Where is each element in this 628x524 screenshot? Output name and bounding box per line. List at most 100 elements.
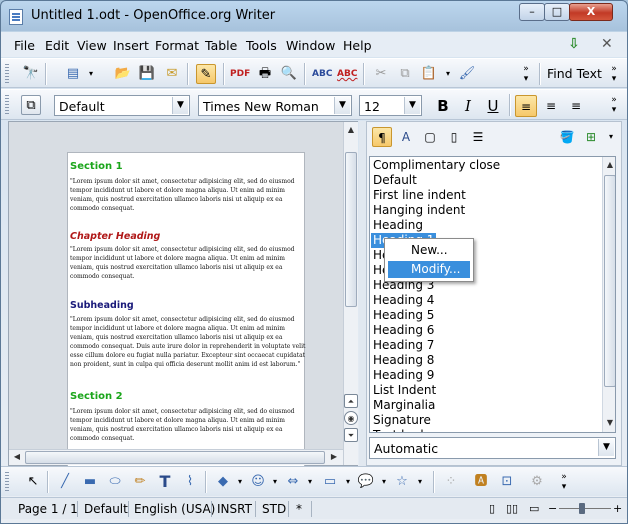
- paragraph-style-select[interactable]: Default ▼: [54, 95, 190, 116]
- panel-splitter[interactable]: [359, 121, 366, 466]
- save-icon[interactable]: 💾: [137, 64, 157, 84]
- callouts-icon[interactable]: 💬: [356, 472, 376, 492]
- email-icon[interactable]: ✉: [162, 64, 182, 84]
- insert-frame-icon[interactable]: ⊡: [497, 472, 517, 492]
- align-right-icon[interactable]: ≡: [565, 95, 587, 117]
- dropdown-arrow-icon[interactable]: ▾: [300, 472, 320, 492]
- style-list-item[interactable]: Heading 5: [373, 308, 434, 323]
- style-list-scrollbar[interactable]: ▲ ▼: [602, 157, 615, 432]
- style-list-item[interactable]: Default: [373, 173, 417, 188]
- dropdown-arrow-icon[interactable]: ▾: [410, 472, 430, 492]
- freeform-tool-icon[interactable]: ✏: [130, 472, 150, 492]
- style-list-item[interactable]: Signature: [373, 413, 431, 428]
- drawing-toolbar-overflow-icon[interactable]: » ▾: [554, 472, 574, 492]
- frame-styles-icon[interactable]: ▢: [420, 127, 440, 147]
- zoom-in-icon[interactable]: +: [613, 502, 622, 515]
- document-horizontal-scrollbar[interactable]: ◀ ▶: [9, 449, 343, 465]
- style-list-item[interactable]: Text body: [373, 428, 431, 432]
- open-folder-icon[interactable]: 📂: [113, 64, 133, 84]
- document-vertical-scrollbar[interactable]: ▲ ⏶ ◉ ⏷: [343, 122, 358, 465]
- menu-help[interactable]: Help: [343, 38, 372, 53]
- list-styles-icon[interactable]: ☰: [468, 127, 488, 147]
- toolbar-grip[interactable]: [5, 64, 9, 84]
- export-pdf-icon[interactable]: PDF: [230, 64, 250, 84]
- autospellcheck-icon[interactable]: ABC: [337, 64, 357, 84]
- scroll-down-icon[interactable]: ▼: [603, 416, 615, 430]
- style-filter-select[interactable]: Automatic ▼: [369, 437, 616, 459]
- zoom-slider-handle[interactable]: [579, 503, 585, 514]
- context-menu-modify[interactable]: Modify...: [388, 261, 470, 278]
- scroll-up-icon[interactable]: ▲: [344, 123, 358, 137]
- chevron-down-icon[interactable]: ▼: [598, 439, 614, 456]
- menu-file[interactable]: File: [14, 38, 35, 53]
- zoom-slider[interactable]: [559, 508, 611, 509]
- menu-format[interactable]: Format: [155, 38, 199, 53]
- flowchart-icon[interactable]: ▭: [320, 472, 340, 492]
- new-style-from-selection-icon[interactable]: ⊞: [581, 127, 601, 147]
- style-list-item[interactable]: Heading 6: [373, 323, 434, 338]
- chevron-down-icon[interactable]: ▼: [334, 97, 350, 114]
- font-size-select[interactable]: 12 ▼: [359, 95, 422, 116]
- menu-view[interactable]: View: [77, 38, 107, 53]
- new-dropdown-arrow-icon[interactable]: ▾: [81, 64, 101, 84]
- zoom-out-icon[interactable]: −: [548, 502, 557, 515]
- spellcheck-icon[interactable]: ABC: [312, 64, 332, 84]
- cut-icon[interactable]: ✂: [371, 64, 391, 84]
- styles-and-formatting-icon[interactable]: ⧉: [21, 95, 41, 115]
- style-list-item[interactable]: Hanging indent: [373, 203, 465, 218]
- menu-table[interactable]: Table: [205, 38, 237, 53]
- multi-page-view-icon[interactable]: ▯▯: [506, 502, 518, 515]
- style-list-item[interactable]: Complimentary close: [373, 158, 500, 173]
- chevron-down-icon[interactable]: ▼: [172, 97, 188, 114]
- minimize-button[interactable]: –: [519, 3, 545, 21]
- selection-mode-indicator[interactable]: STD: [262, 502, 286, 516]
- callout-tool-icon[interactable]: ⌇: [180, 472, 200, 492]
- points-icon[interactable]: ⁘: [441, 472, 461, 492]
- style-list-item[interactable]: Heading 9: [373, 368, 434, 383]
- scroll-thumb[interactable]: [604, 175, 615, 387]
- style-list-item[interactable]: First line indent: [373, 188, 466, 203]
- fontwork-icon[interactable]: 🅰: [471, 472, 491, 492]
- scroll-right-icon[interactable]: ▶: [327, 450, 341, 464]
- binoculars-icon[interactable]: 🔭: [21, 64, 41, 84]
- toolbar-grip[interactable]: [5, 95, 9, 115]
- stars-icon[interactable]: ☆: [392, 472, 412, 492]
- update-download-icon[interactable]: ⇩: [565, 36, 583, 52]
- find-text-button[interactable]: Find Text: [547, 66, 602, 81]
- edit-file-icon[interactable]: ✎: [196, 64, 216, 84]
- new-style-dropdown-icon[interactable]: ▾: [601, 127, 621, 147]
- page-style-indicator[interactable]: Default: [84, 502, 128, 516]
- context-menu-new[interactable]: New...: [388, 242, 470, 259]
- close-document-icon[interactable]: ✕: [601, 36, 613, 52]
- underline-button[interactable]: U: [482, 95, 504, 117]
- align-left-icon[interactable]: ≡: [515, 95, 537, 117]
- style-list[interactable]: Complimentary close Default First line ind…: [369, 156, 616, 433]
- dropdown-arrow-icon[interactable]: ▾: [230, 472, 250, 492]
- toolbar-overflow-icon[interactable]: » ▾: [516, 64, 536, 84]
- paste-dropdown-arrow-icon[interactable]: ▾: [438, 64, 458, 84]
- language-indicator[interactable]: English (USA): [134, 502, 215, 516]
- bold-button[interactable]: B: [432, 95, 454, 117]
- print-icon[interactable]: 🖶: [255, 64, 275, 84]
- format-paintbrush-icon[interactable]: 🖌: [457, 64, 477, 84]
- chevron-down-icon[interactable]: ▼: [404, 97, 420, 114]
- style-list-item[interactable]: Heading 8: [373, 353, 434, 368]
- style-list-item[interactable]: Heading: [373, 218, 423, 233]
- document-area[interactable]: Section 1 "Lorem ipsum dolor sit amet, c…: [8, 121, 358, 474]
- font-name-select[interactable]: Times New Roman ▼: [198, 95, 352, 116]
- book-view-icon[interactable]: ▭: [529, 502, 539, 515]
- paragraph-styles-icon[interactable]: ¶: [372, 127, 392, 147]
- menu-window[interactable]: Window: [286, 38, 335, 53]
- rectangle-tool-icon[interactable]: ▬: [80, 472, 100, 492]
- navigator-icon[interactable]: ◉: [344, 411, 358, 425]
- new-document-icon[interactable]: ▤: [63, 64, 83, 84]
- scroll-thumb[interactable]: [345, 152, 357, 307]
- toolbar-grip[interactable]: [5, 472, 9, 492]
- dropdown-arrow-icon[interactable]: ▾: [265, 472, 285, 492]
- character-styles-icon[interactable]: A: [396, 127, 416, 147]
- ellipse-tool-icon[interactable]: ⬭: [105, 472, 125, 492]
- title-bar[interactable]: Untitled 1.odt - OpenOffice.org Writer –…: [1, 1, 627, 31]
- style-list-item[interactable]: Heading 4: [373, 293, 434, 308]
- format-toolbar-overflow-icon[interactable]: » ▾: [604, 95, 624, 115]
- close-button[interactable]: X: [569, 3, 613, 21]
